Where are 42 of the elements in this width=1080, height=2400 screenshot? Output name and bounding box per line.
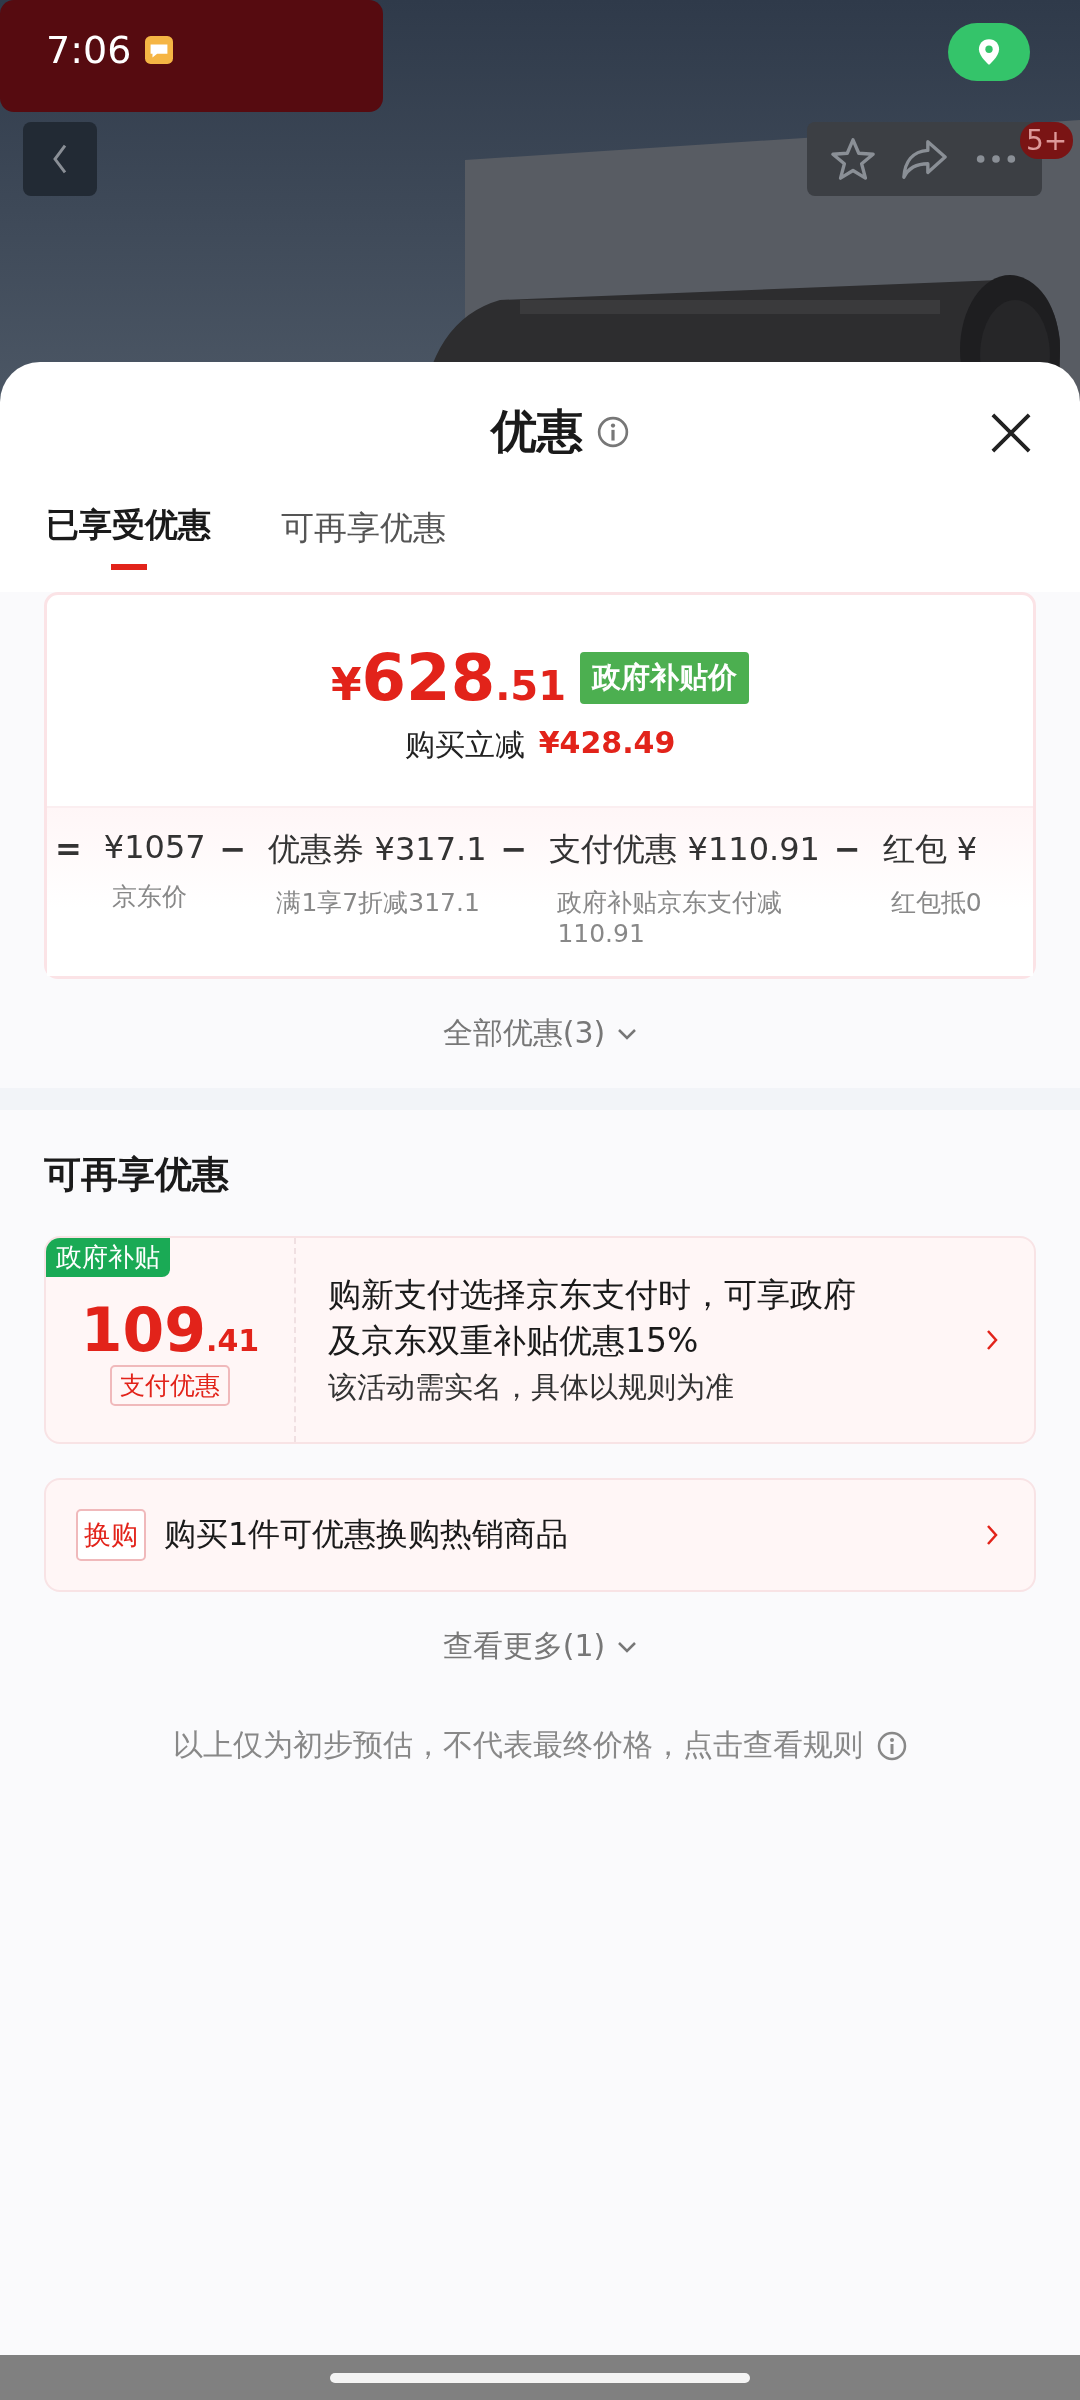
operator: = [55, 829, 82, 870]
star-icon[interactable] [829, 136, 876, 182]
see-more-link[interactable]: 查看更多(1) [442, 1626, 638, 1667]
final-price: ¥628.51 [330, 641, 567, 715]
offer-subtitle: 该活动需实名，具体以规则为准 [328, 1369, 735, 1407]
offer-card[interactable]: 政府补贴 109.41 支付优惠 购新支付选择京东支付时，可享政府及京东双重补贴优惠15% 该活动需实名，具体以规则为准 [44, 1236, 1036, 1444]
chevron-down-icon [617, 1640, 638, 1653]
home-indicator[interactable] [330, 2372, 750, 2383]
price-tag: 政府补贴价 [580, 652, 750, 704]
status-time: 7:06 [46, 28, 132, 72]
breakdown-amount: ¥1057 [103, 828, 206, 866]
info-icon[interactable] [877, 1730, 907, 1761]
chat-icon [145, 36, 173, 64]
operator: − [833, 829, 861, 870]
breakdown-amount: 支付优惠 ¥110.91 [549, 829, 820, 870]
breakdown-amount: 优惠券 ¥317.1 [268, 829, 487, 870]
breakdown-note: 政府补贴京东支付减110.91 [556, 887, 784, 948]
section-heading: 可再享优惠 [44, 1152, 230, 1198]
corner-tag: 政府补贴 [46, 1238, 170, 1277]
chevron-down-icon [617, 1027, 638, 1040]
close-icon[interactable] [990, 412, 1032, 454]
sheet-title: 优惠 [491, 403, 583, 460]
breakdown-note: 京东价 [110, 881, 188, 913]
offer-label: 支付优惠 [110, 1364, 230, 1406]
reduction-value: ¥428.49 [538, 725, 676, 762]
breakdown-note: 红包抵0 [889, 887, 982, 919]
offer-title: 购买1件可优惠换购热销商品 [164, 1514, 569, 1555]
offer-card[interactable]: 换购 购买1件可优惠换购热销商品 [44, 1478, 1036, 1592]
offer-amount: 109.41 [80, 1294, 260, 1365]
info-icon[interactable] [597, 416, 629, 448]
operator: − [500, 829, 528, 870]
offer-title: 购新支付选择京东支付时，可享政府及京东双重补贴优惠15% [328, 1273, 857, 1362]
breakdown-note: 满1享7折减317.1 [275, 887, 481, 919]
tab[interactable]: 可再享优惠 [281, 502, 446, 576]
exchange-tag: 换购 [76, 1509, 146, 1561]
operator: − [219, 829, 247, 870]
location-pin-icon [978, 38, 1000, 66]
all-offers-link[interactable]: 全部优惠(3) [442, 1013, 638, 1054]
reduction-label: 购买立减 [404, 726, 525, 764]
chevron-right-icon [986, 1329, 998, 1351]
breakdown-amount: 红包 ¥ [882, 829, 979, 870]
chevron-right-icon [986, 1524, 998, 1546]
